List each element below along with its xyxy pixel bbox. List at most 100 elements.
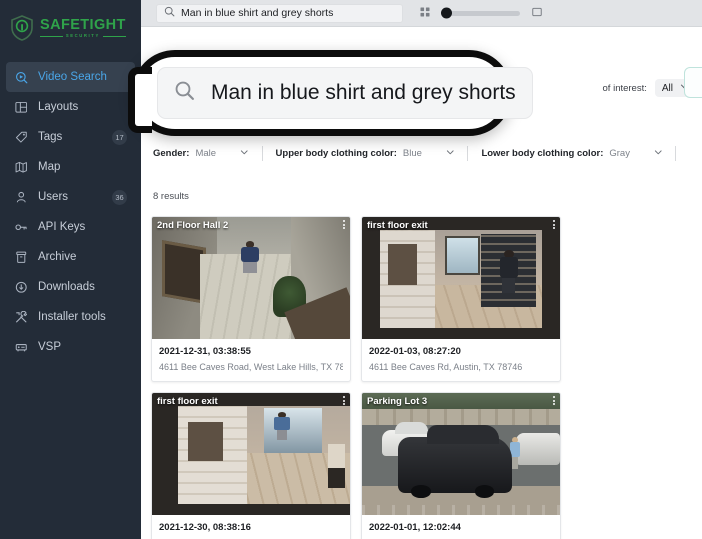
single-view-icon[interactable] [532, 4, 542, 22]
filter-gender-value: Male [195, 148, 217, 159]
more-vertical-icon[interactable] [343, 396, 345, 405]
app-root: SAFETIGHT SECURITY Video Search Layouts … [0, 0, 702, 539]
video-search-icon [14, 70, 28, 84]
sidebar-item-installer-tools[interactable]: Installer tools [6, 302, 135, 332]
result-card[interactable]: Parking Lot 3 2022-01-01, 12:02:44 [361, 392, 561, 539]
magnified-search-input[interactable]: Man in blue shirt and grey shorts [157, 67, 533, 119]
sidebar-item-downloads[interactable]: Downloads [6, 272, 135, 302]
magnified-search-value: Man in blue shirt and grey shorts [211, 81, 516, 104]
sidebar-label: API Keys [38, 221, 86, 233]
sidebar-item-tags[interactable]: Tags 17 [6, 122, 135, 152]
right-edge-action-button[interactable] [684, 67, 702, 98]
thumbnail[interactable]: first floor exit [362, 217, 560, 339]
topbar-controls [420, 4, 542, 22]
sidebar-label: Installer tools [38, 311, 106, 323]
camera-name: 2nd Floor Hall 2 [157, 220, 229, 231]
sidebar-item-vsp[interactable]: VSP [6, 332, 135, 362]
sidebar-label: Archive [38, 251, 77, 263]
camera-name: first floor exit [367, 220, 428, 231]
object-of-interest-label: of interest: [602, 82, 647, 94]
chevron-down-icon[interactable] [446, 148, 455, 160]
filter-lower-body-color-label: Lower body clothing color: [481, 148, 604, 159]
grid-view-icon[interactable] [420, 4, 430, 22]
server-icon [14, 340, 28, 354]
chevron-down-icon[interactable] [654, 148, 663, 160]
sidebar-label: VSP [38, 341, 62, 353]
result-card[interactable]: first floor exit 2021-12-30, 08:38:16 46… [151, 392, 351, 539]
layouts-grid-icon [14, 100, 28, 114]
camera-frame-image [152, 393, 350, 515]
filter-lower-body-color-value: Gray [609, 148, 630, 159]
search-magnifier-overlay: Man in blue shirt and grey shorts [128, 50, 533, 136]
zoom-slider-knob[interactable] [441, 7, 452, 19]
users-badge: 36 [112, 189, 127, 205]
sidebar-label: Map [38, 161, 61, 173]
thumbnail[interactable]: first floor exit [152, 393, 350, 515]
card-meta: 2021-12-30, 08:38:16 4611 Bee Caves Rd, … [152, 515, 350, 539]
more-vertical-icon[interactable] [553, 220, 555, 229]
results-grid: 2nd Floor Hall 2 2021-12-31, 03:38:55 46… [151, 216, 702, 539]
card-timestamp: 2022-01-03, 08:27:20 [369, 346, 461, 357]
result-card[interactable]: 2nd Floor Hall 2 2021-12-31, 03:38:55 46… [151, 216, 351, 382]
map-icon [14, 160, 28, 174]
result-card[interactable]: first floor exit 2022-01-03, 08:27:20 46… [361, 216, 561, 382]
brand-logo[interactable]: SAFETIGHT SECURITY [0, 6, 141, 50]
shield-lock-icon [10, 15, 34, 41]
more-vertical-icon[interactable] [343, 220, 345, 229]
attribute-filter-row: Gender: Male Upper body clothing color: … [153, 146, 689, 161]
sidebar-nav: Video Search Layouts Tags 17 Map Users 3… [0, 62, 141, 362]
sidebar-item-archive[interactable]: Archive [6, 242, 135, 272]
sidebar-label: Layouts [38, 101, 79, 113]
brand-name: SAFETIGHT [40, 16, 126, 33]
search-icon [174, 80, 195, 106]
chevron-down-icon[interactable] [240, 148, 249, 160]
thumbnail[interactable]: 2nd Floor Hall 2 [152, 217, 350, 339]
tags-badge: 17 [112, 129, 127, 145]
filter-divider [467, 146, 469, 161]
user-icon [14, 190, 28, 204]
thumbnail[interactable]: Parking Lot 3 [362, 393, 560, 515]
filter-divider [261, 146, 263, 161]
filter-lower-body-color[interactable]: Lower body clothing color: Gray [481, 148, 662, 160]
card-meta: 2022-01-01, 12:02:44 [362, 515, 560, 539]
search-icon [164, 4, 175, 22]
topbar: Man in blue shirt and grey shorts [141, 0, 702, 27]
download-circle-icon [14, 280, 28, 294]
results-count: 8 results [153, 191, 189, 202]
filter-gender[interactable]: Gender: Male [153, 148, 249, 160]
card-meta: 2022-01-03, 08:27:20 4611 Bee Caves Rd, … [362, 339, 560, 381]
filter-divider [675, 146, 677, 161]
search-input[interactable]: Man in blue shirt and grey shorts [156, 3, 403, 23]
object-of-interest-value: All [661, 82, 673, 94]
filter-upper-body-color-value: Blue [402, 148, 422, 159]
sidebar-label: Downloads [38, 281, 95, 293]
camera-frame-image [152, 217, 350, 339]
brand-tagline: SECURITY [65, 33, 100, 39]
key-icon [14, 220, 28, 234]
filter-upper-body-color-label: Upper body clothing color: [275, 148, 397, 159]
sidebar-item-video-search[interactable]: Video Search [6, 62, 135, 92]
card-address: 4611 Bee Caves Rd, Austin, TX 78746 [369, 362, 523, 372]
filter-upper-body-color[interactable]: Upper body clothing color: Blue [276, 148, 455, 160]
more-vertical-icon[interactable] [553, 396, 555, 405]
sidebar-item-users[interactable]: Users 36 [6, 182, 135, 212]
card-address: 4611 Bee Caves Road, West Lake Hills, TX… [159, 362, 343, 372]
sidebar-label: Users [38, 191, 69, 203]
tools-wrench-icon [14, 310, 28, 324]
sidebar-label: Tags [38, 131, 63, 143]
card-timestamp: 2021-12-31, 03:38:55 [159, 346, 251, 357]
zoom-slider[interactable] [441, 7, 520, 19]
camera-frame-image [362, 393, 560, 515]
sidebar-item-layouts[interactable]: Layouts [6, 92, 135, 122]
sidebar-item-map[interactable]: Map [6, 152, 135, 182]
camera-frame-image [362, 217, 560, 339]
card-meta: 2021-12-31, 03:38:55 4611 Bee Caves Road… [152, 339, 350, 381]
brand-tagline-wrap: SECURITY [40, 33, 126, 39]
sidebar-item-api-keys[interactable]: API Keys [6, 212, 135, 242]
camera-name: first floor exit [157, 396, 218, 407]
search-input-value: Man in blue shirt and grey shorts [181, 7, 334, 19]
archive-box-icon [14, 250, 28, 264]
filter-gender-label: Gender: [153, 148, 190, 159]
sidebar-label: Video Search [38, 71, 107, 83]
card-timestamp: 2021-12-30, 08:38:16 [159, 522, 251, 533]
